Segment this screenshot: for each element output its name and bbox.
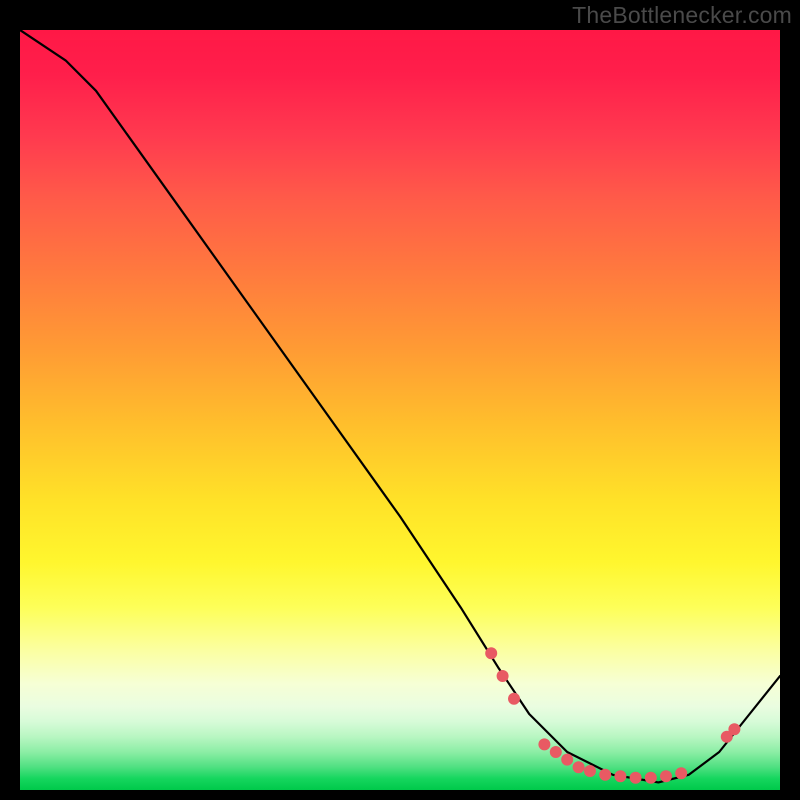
highlight-dot — [538, 738, 550, 750]
highlight-dot — [573, 761, 585, 773]
plot-area — [20, 30, 780, 790]
highlight-dot — [614, 770, 626, 782]
highlight-dot — [550, 746, 562, 758]
highlight-dot — [497, 670, 509, 682]
highlight-dot — [599, 769, 611, 781]
bottleneck-curve — [20, 30, 780, 782]
chart-svg — [20, 30, 780, 790]
highlight-dot — [561, 754, 573, 766]
highlight-dot — [630, 772, 642, 784]
highlight-dots — [485, 647, 740, 784]
highlight-dot — [645, 772, 657, 784]
highlight-dot — [675, 767, 687, 779]
highlight-dot — [728, 723, 740, 735]
highlight-dot — [660, 770, 672, 782]
highlight-dot — [485, 647, 497, 659]
highlight-dot — [508, 693, 520, 705]
watermark-text: TheBottlenecker.com — [572, 2, 792, 29]
highlight-dot — [584, 765, 596, 777]
chart-frame: TheBottlenecker.com — [0, 0, 800, 800]
